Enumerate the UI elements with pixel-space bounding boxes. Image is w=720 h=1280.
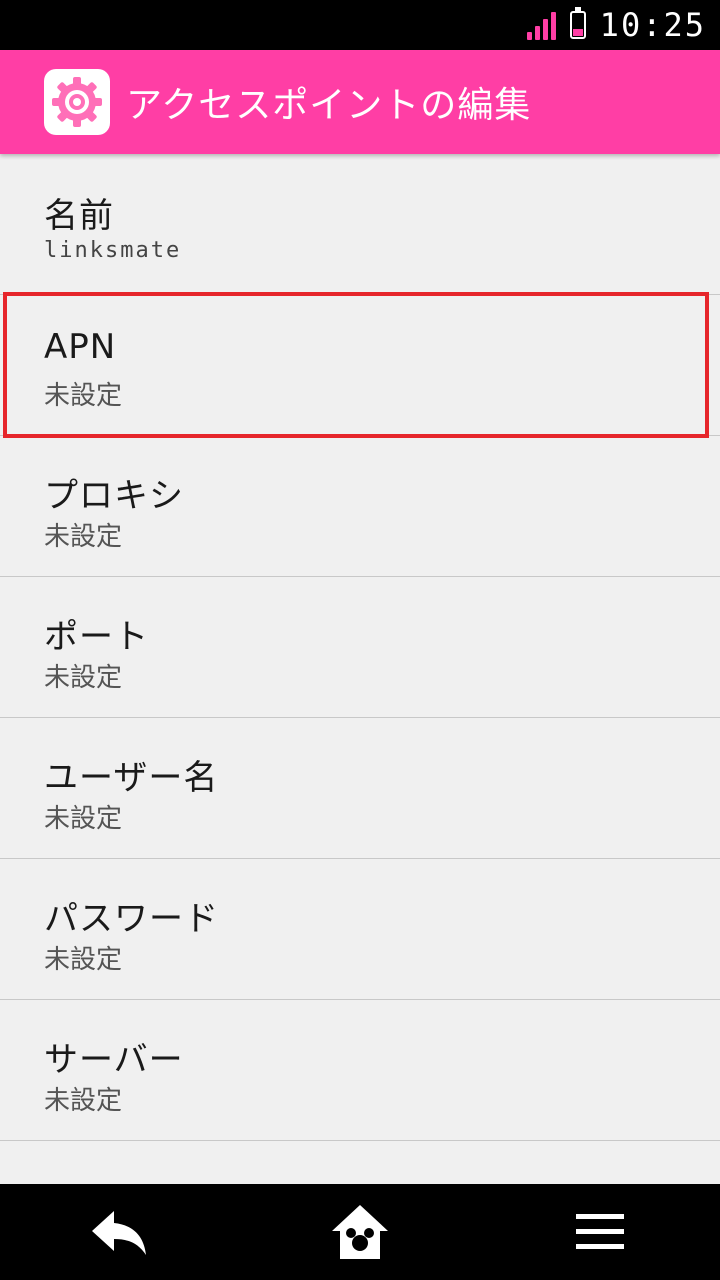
home-button[interactable] [300, 1184, 420, 1280]
setting-title: パスワード [44, 899, 219, 939]
setting-title: 名前 [44, 196, 114, 236]
setting-row-apn[interactable]: APN 未設定 [0, 295, 720, 436]
battery-icon [569, 7, 586, 39]
setting-row-username[interactable]: ユーザー名 未設定 [0, 718, 720, 859]
status-clock: 10:25 [599, 6, 706, 44]
setting-summary: 未設定 [44, 945, 123, 975]
setting-summary: 未設定 [44, 663, 123, 693]
menu-button[interactable] [540, 1184, 660, 1280]
setting-row-password[interactable]: パスワード 未設定 [0, 859, 720, 1000]
settings-gear-icon[interactable] [44, 69, 110, 135]
setting-summary: 未設定 [44, 1086, 123, 1116]
setting-row-proxy[interactable]: プロキシ 未設定 [0, 436, 720, 577]
setting-row-port[interactable]: ポート 未設定 [0, 577, 720, 718]
menu-icon [576, 1214, 624, 1249]
status-bar: 10:25 [0, 0, 720, 50]
signal-strength-icon [526, 10, 556, 40]
settings-list: 名前 linksmate APN 未設定 プロキシ 未設定 ポート 未設定 ユー… [0, 154, 720, 1184]
setting-title: サーバー [44, 1040, 184, 1080]
back-arrow-icon [92, 1211, 146, 1255]
setting-title: ユーザー名 [44, 758, 219, 798]
setting-title: プロキシ [44, 476, 184, 516]
setting-row-name[interactable]: 名前 linksmate [0, 154, 720, 295]
setting-summary: linksmate [44, 238, 182, 263]
setting-summary: 未設定 [44, 381, 123, 411]
navigation-bar [0, 1184, 720, 1280]
setting-summary: 未設定 [44, 522, 123, 552]
setting-row-server[interactable]: サーバー 未設定 [0, 1000, 720, 1141]
setting-title: ポート [44, 617, 149, 657]
app-bar: アクセスポイントの編集 [0, 50, 720, 154]
setting-summary: 未設定 [44, 804, 123, 834]
back-button[interactable] [60, 1184, 180, 1280]
setting-title: APN [44, 327, 117, 367]
page-title: アクセスポイントの編集 [126, 85, 532, 126]
home-mouse-icon [332, 1205, 388, 1259]
